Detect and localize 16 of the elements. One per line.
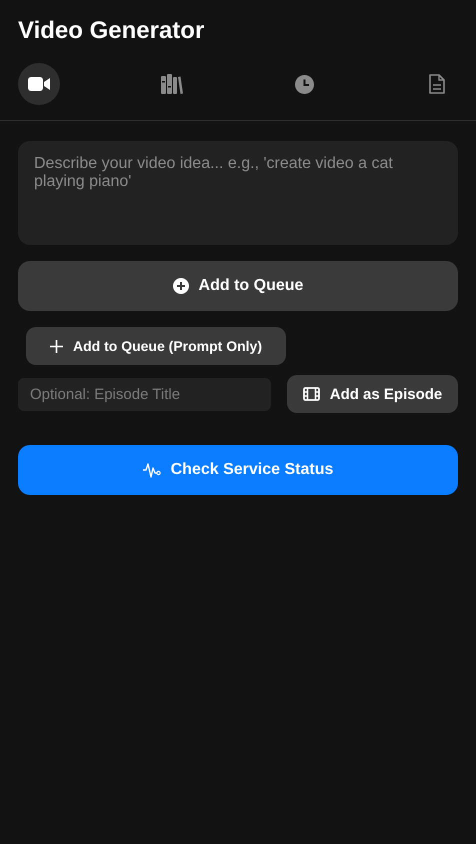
prompt-field[interactable]: Describe your video idea... e.g., 'create video a cat playing piano'	[18, 141, 458, 245]
app-title: Video Generator	[17, 16, 206, 45]
clock-icon	[294, 74, 314, 94]
pulse-icon	[142, 462, 161, 478]
add-as-episode-button[interactable]: Add as Episode	[287, 375, 458, 413]
plus-circle-icon	[172, 278, 189, 294]
nav-tab[interactable]	[18, 63, 60, 105]
video-camera-icon	[28, 77, 50, 91]
film-icon	[302, 387, 320, 401]
add-to-queue-button[interactable]: Add to Queue	[18, 261, 458, 311]
add-prompt-only-button[interactable]: Add to Queue (Prompt Only)	[26, 327, 286, 365]
check-status-button[interactable]: Check Service Status	[18, 445, 458, 495]
books-icon	[160, 74, 183, 94]
document-icon	[428, 74, 445, 94]
plus-icon	[50, 340, 63, 352]
episode-title-field[interactable]: Optional: Episode Title	[18, 378, 271, 410]
